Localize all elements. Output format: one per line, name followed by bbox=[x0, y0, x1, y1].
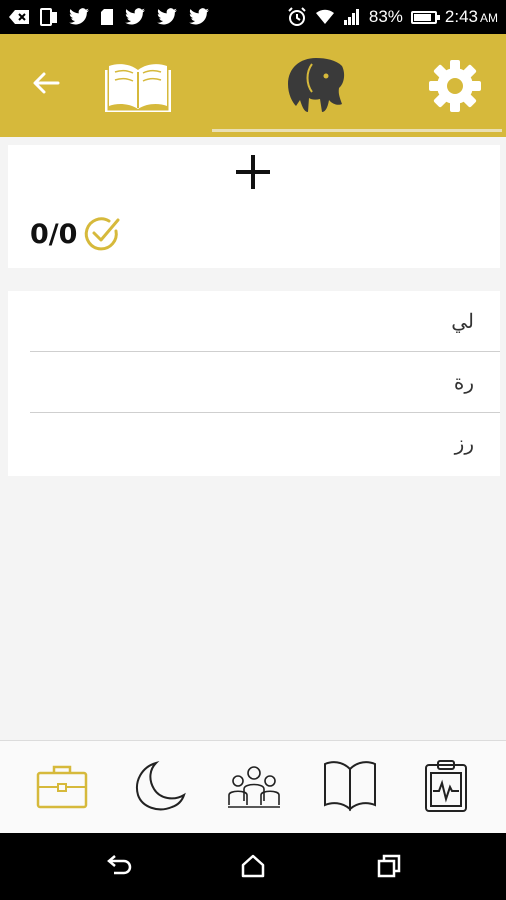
battery-percent: 83% bbox=[368, 7, 403, 26]
android-nav-bar bbox=[0, 833, 506, 900]
battery-icon bbox=[410, 10, 440, 24]
clock-ampm: AM bbox=[480, 11, 498, 25]
list-item-label: رز bbox=[454, 433, 474, 455]
twitter-icon bbox=[125, 8, 145, 25]
clock: 2:43 AM bbox=[445, 7, 498, 27]
recents-icon[interactable] bbox=[374, 851, 404, 881]
add-plus-icon[interactable] bbox=[234, 153, 272, 191]
list-item-label: رة bbox=[453, 372, 474, 394]
settings-gear-icon[interactable] bbox=[428, 59, 482, 113]
sd-card-icon bbox=[101, 9, 113, 25]
open-book-outline-icon[interactable] bbox=[322, 759, 378, 813]
signal-icon bbox=[343, 9, 359, 25]
check-circle-icon bbox=[85, 217, 120, 251]
open-book-icon[interactable] bbox=[105, 60, 171, 112]
people-icon[interactable] bbox=[226, 759, 282, 813]
word-list: لي رة رز bbox=[8, 291, 500, 476]
wifi-icon bbox=[315, 9, 334, 24]
back-arrow-icon[interactable] bbox=[30, 67, 62, 99]
clock-time: 2:43 bbox=[444, 7, 478, 26]
score-counter: 0/0 bbox=[30, 218, 78, 250]
twitter-icon bbox=[189, 8, 209, 25]
list-item[interactable]: رز bbox=[30, 413, 500, 474]
status-bar: 83% 2:43 AM bbox=[0, 0, 506, 34]
list-item-label: لي bbox=[451, 311, 474, 333]
list-item[interactable]: لي bbox=[30, 291, 500, 352]
home-icon[interactable] bbox=[238, 851, 268, 881]
notification-icons bbox=[8, 8, 210, 26]
twitter-icon bbox=[157, 8, 177, 25]
clear-icon bbox=[9, 10, 29, 24]
briefcase-icon[interactable] bbox=[34, 759, 90, 813]
alarm-icon bbox=[288, 7, 306, 26]
app-bar bbox=[0, 34, 506, 137]
elephant-icon[interactable] bbox=[282, 54, 350, 116]
battery-level bbox=[413, 13, 431, 21]
twitter-icon bbox=[69, 8, 89, 25]
score-row: 0/0 bbox=[30, 215, 121, 253]
clipboard-pulse-icon[interactable] bbox=[418, 759, 474, 813]
list-item[interactable]: رة bbox=[30, 352, 500, 413]
back-icon[interactable] bbox=[104, 851, 134, 881]
add-card: 0/0 bbox=[8, 145, 500, 268]
dual-screen-icon bbox=[40, 8, 57, 26]
moon-icon[interactable] bbox=[130, 759, 186, 813]
system-status: 83% 2:43 AM bbox=[287, 7, 498, 27]
bottom-tab-bar bbox=[0, 740, 506, 833]
active-tab-indicator bbox=[212, 129, 502, 132]
